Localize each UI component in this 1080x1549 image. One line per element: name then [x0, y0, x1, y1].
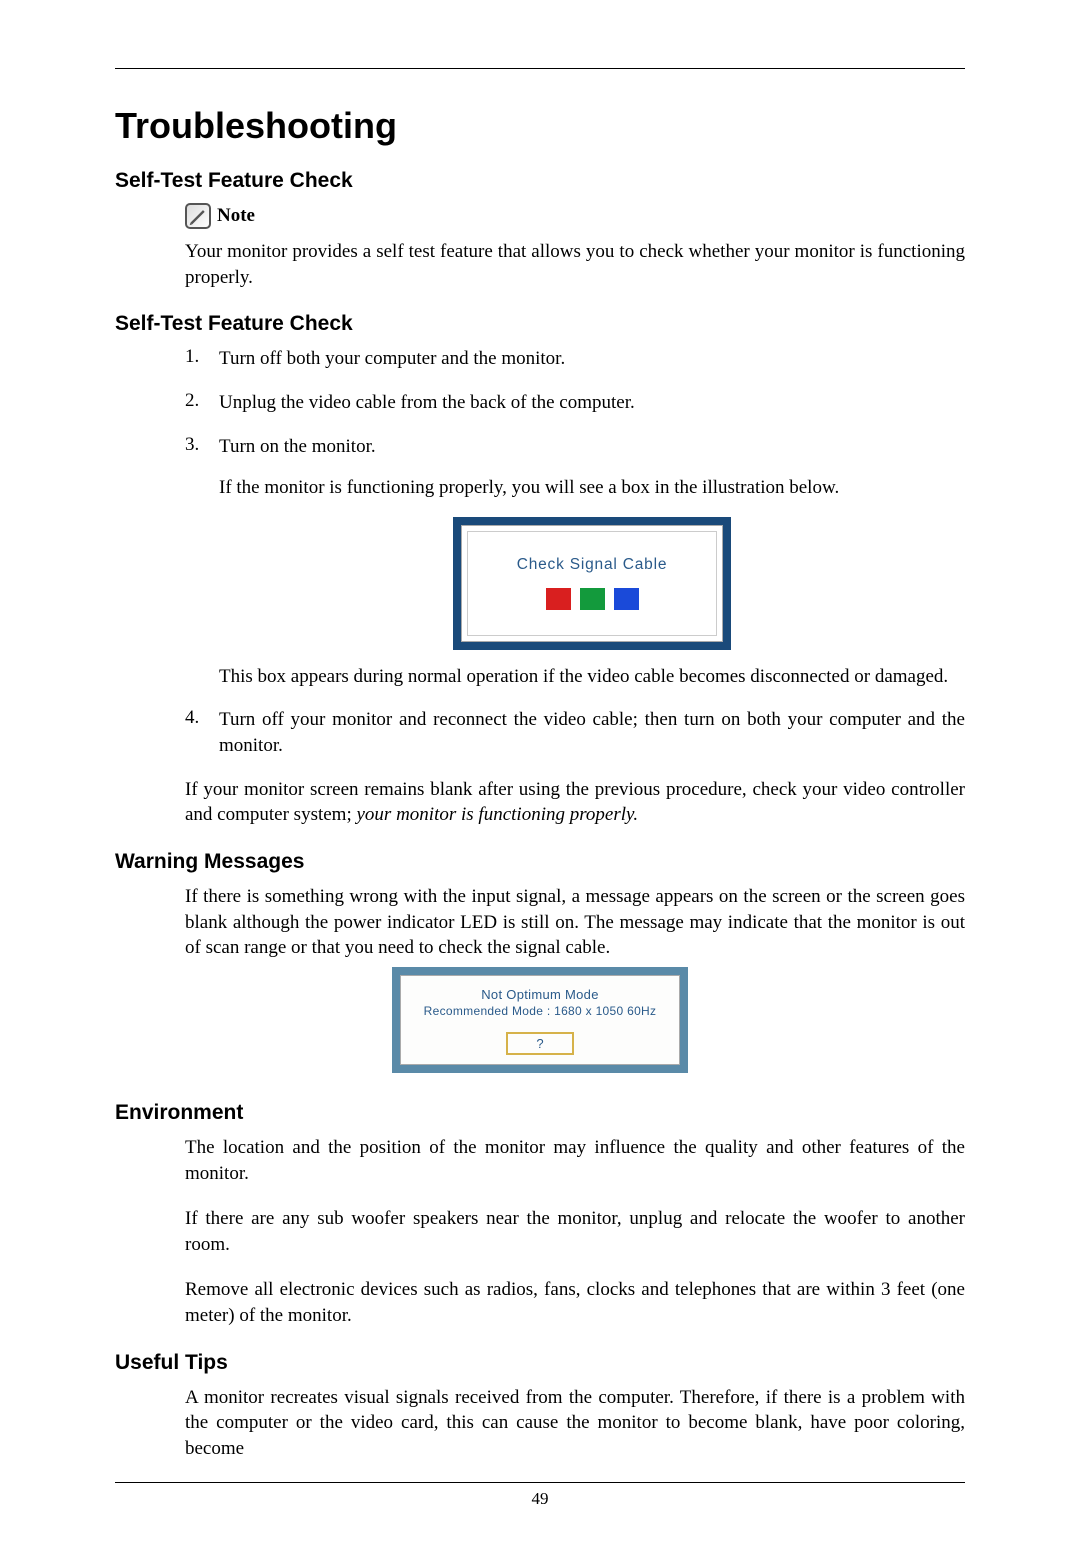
green-box — [580, 588, 605, 610]
section-heading-self-test-2: Self-Test Feature Check — [115, 312, 965, 336]
section-heading-environment: Environment — [115, 1101, 965, 1125]
note-label: Note — [217, 205, 255, 227]
optimum-line2: Recommended Mode : 1680 x 1050 60Hz — [406, 1004, 674, 1018]
note-row: Note — [185, 203, 965, 229]
figure-content: Check Signal Cable — [467, 531, 717, 636]
rgb-boxes — [477, 588, 707, 610]
red-box — [546, 588, 571, 610]
environment-paragraph-3: Remove all electronic devices such as ra… — [185, 1277, 965, 1328]
figure-check-signal: Check Signal Cable — [219, 517, 965, 650]
page-number: 49 — [115, 1489, 965, 1509]
top-rule — [115, 68, 965, 69]
closing-italic: your monitor is functioning properly. — [357, 804, 639, 825]
warning-paragraph: If there is something wrong with the inp… — [185, 884, 965, 961]
environment-paragraph-2: If there are any sub woofer speakers nea… — [185, 1206, 965, 1257]
list-item: 3. Turn on the monitor. If the monitor i… — [185, 434, 965, 690]
figure-check-signal-outer: Check Signal Cable — [453, 517, 731, 650]
figure-content: Not Optimum Mode Recommended Mode : 1680… — [400, 975, 680, 1065]
list-number: 4. — [185, 707, 219, 758]
figure-optimum-outer: Not Optimum Mode Recommended Mode : 1680… — [392, 967, 688, 1073]
self-test-closing-paragraph: If your monitor screen remains blank aft… — [185, 777, 965, 828]
note-icon — [185, 203, 211, 229]
step-text: Turn off your monitor and reconnect the … — [219, 707, 965, 758]
step-text: Turn off both your computer and the moni… — [219, 346, 965, 372]
step-text: Turn on the monitor. — [219, 434, 965, 460]
figure-optimum: Not Optimum Mode Recommended Mode : 1680… — [115, 967, 965, 1073]
self-test-steps-list: 1. Turn off both your computer and the m… — [185, 346, 965, 758]
question-button: ? — [506, 1032, 573, 1055]
list-number: 2. — [185, 390, 219, 416]
environment-paragraph-1: The location and the position of the mon… — [185, 1135, 965, 1186]
document-page: Troubleshooting Self-Test Feature Check … — [0, 0, 1080, 1549]
list-number: 3. — [185, 434, 219, 690]
self-test-intro-paragraph: Your monitor provides a self test featur… — [185, 239, 965, 290]
step-text: Unplug the video cable from the back of … — [219, 390, 965, 416]
blue-box — [614, 588, 639, 610]
section-heading-self-test-1: Self-Test Feature Check — [115, 169, 965, 193]
section-heading-tips: Useful Tips — [115, 1351, 965, 1375]
list-item: 1. Turn off both your computer and the m… — [185, 346, 965, 372]
list-item: 2. Unplug the video cable from the back … — [185, 390, 965, 416]
page-title: Troubleshooting — [115, 105, 965, 147]
check-signal-text: Check Signal Cable — [477, 555, 707, 576]
step-text: If the monitor is functioning properly, … — [219, 475, 965, 501]
list-item: 4. Turn off your monitor and reconnect t… — [185, 707, 965, 758]
figure-frame: Check Signal Cable — [461, 525, 723, 642]
step-text: This box appears during normal operation… — [219, 664, 965, 690]
tips-paragraph-1: A monitor recreates visual signals recei… — [185, 1385, 965, 1462]
section-heading-warning: Warning Messages — [115, 850, 965, 874]
bottom-rule — [115, 1482, 965, 1483]
list-number: 1. — [185, 346, 219, 372]
optimum-line1: Not Optimum Mode — [406, 987, 674, 1002]
